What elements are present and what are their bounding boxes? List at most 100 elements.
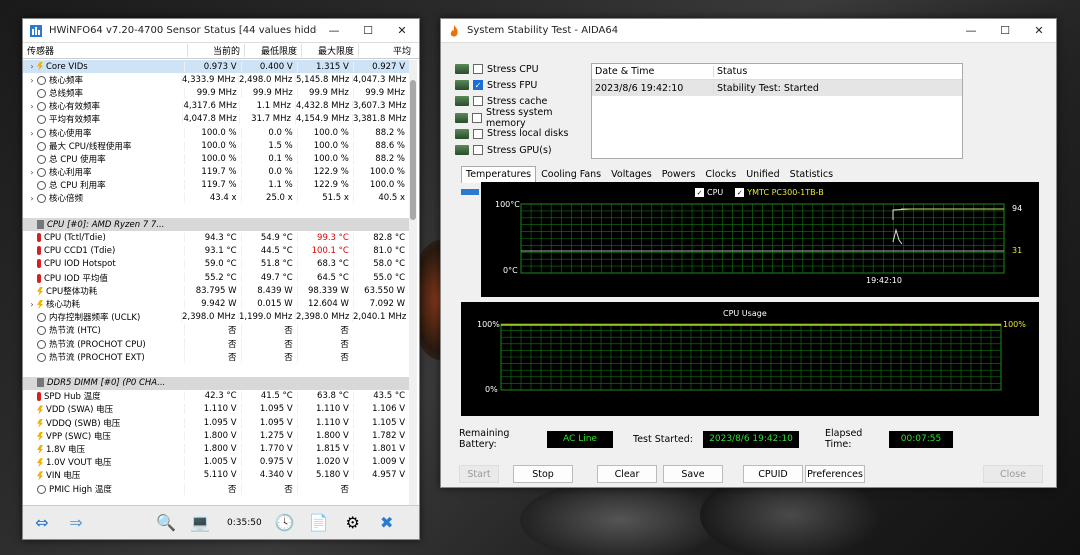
log-column-datetime[interactable]: Date & Time — [592, 66, 714, 77]
sensor-row[interactable]: 1.8V 电压 1.800 V 1.770 V 1.815 V 1.801 V — [23, 442, 409, 455]
column-header-minimum[interactable]: 最低限度 — [244, 44, 301, 57]
stress-checkbox[interactable] — [473, 64, 483, 75]
sensor-label: VPP (SWC) 电压 — [46, 431, 111, 442]
stress-checkbox[interactable] — [473, 96, 483, 107]
sensor-row[interactable]: 总线频率 99.9 MHz 99.9 MHz 99.9 MHz 99.9 MHz — [23, 86, 409, 99]
sensor-row[interactable]: 内存控制器频率 (UCLK) 2,398.0 MHz 1,199.0 MHz 2,39… — [23, 311, 409, 324]
clock-icon[interactable]: 🕓 — [270, 510, 300, 536]
log-row[interactable]: 2023/8/6 19:42:10 Stability Test: Starte… — [592, 80, 962, 96]
tab-unified[interactable]: Unified — [741, 166, 784, 183]
sensor-row[interactable]: 平均有效频率 4,047.8 MHz 31.7 MHz 4,154.9 MHz 3,38… — [23, 113, 409, 126]
tab-clocks[interactable]: Clocks — [700, 166, 741, 183]
maximize-button[interactable]: ☐ — [351, 19, 385, 43]
scrollbar-thumb[interactable] — [410, 80, 416, 220]
stop-button[interactable]: Stop — [513, 465, 573, 483]
aida64-titlebar[interactable]: System Stability Test - AIDA64 — ☐ ✕ — [441, 19, 1056, 43]
sensor-row[interactable]: 热节流 (PROCHOT CPU) 否否否 — [23, 337, 409, 350]
sensor-name-cell: › Core VIDs — [23, 61, 184, 72]
expand-arrow-icon[interactable]: › — [27, 194, 37, 203]
column-header-maximum[interactable]: 最大限度 — [301, 44, 358, 57]
sensor-row[interactable]: › 核心频率 4,333.9 MHz 2,498.0 MHz 5,145.8 MHz 4,… — [23, 73, 409, 86]
stress-checkbox[interactable]: ✓ — [473, 80, 483, 91]
tab-statistics[interactable]: Statistics — [785, 166, 838, 183]
sensor-group-row[interactable]: CPU [#0]: AMD Ryzen 7 7... — [23, 218, 409, 232]
column-header-sensor[interactable]: 传感器 — [23, 44, 187, 57]
sensor-row[interactable]: VDDQ (SWB) 电压 1.095 V 1.095 V 1.110 V 1.105 … — [23, 416, 409, 429]
hwinfo-titlebar[interactable]: HWiNFO64 v7.20-4700 Sensor Status [44 va… — [23, 19, 419, 43]
sensor-row[interactable]: › 核心使用率 100.0 % 0.0 % 100.0 % 88.2 % — [23, 126, 409, 139]
sensor-row[interactable]: 最大 CPU/线程使用率 100.0 % 1.5 % 100.0 % 88.6 % — [23, 139, 409, 152]
sensor-value-cell: 44.5 °C — [240, 246, 297, 257]
stress-option[interactable]: Stress CPU — [455, 61, 590, 77]
move-left-right-icon[interactable]: ⇔ — [27, 510, 57, 536]
sensor-row[interactable]: VPP (SWC) 电压 1.800 V 1.275 V 1.800 V 1.782 V — [23, 429, 409, 442]
expand-arrow-icon[interactable]: › — [27, 129, 37, 138]
sensor-scrollbar[interactable] — [409, 60, 417, 513]
network-sensor-icon[interactable]: 🔍 — [151, 510, 181, 536]
maximize-button[interactable]: ☐ — [988, 19, 1022, 43]
tab-temperatures[interactable]: Temperatures — [461, 166, 537, 183]
stress-checkbox[interactable] — [473, 128, 483, 139]
sensor-row[interactable]: › Core VIDs 0.973 V 0.400 V 1.315 V 0.927 V — [23, 60, 409, 74]
minimize-button[interactable]: — — [954, 19, 988, 43]
minimize-button[interactable]: — — [317, 19, 351, 43]
bolt-icon — [37, 286, 43, 296]
tab-voltages[interactable]: Voltages — [606, 166, 657, 183]
close-x-icon[interactable]: ✖ — [372, 510, 402, 536]
sensor-row[interactable]: 总 CPU 利用率 119.7 % 1.1 % 122.9 % 100.0 % — [23, 179, 409, 192]
report-icon[interactable]: 📄 — [304, 510, 334, 536]
sensor-row[interactable]: › 核心倍频 43.4 x 25.0 x 51.5 x 40.5 x — [23, 192, 409, 205]
preferences-button[interactable]: Preferences — [805, 465, 865, 483]
sensor-row[interactable]: CPU IOD Hotspot 59.0 °C 51.8 °C 68.3 °C 58.0… — [23, 258, 409, 271]
stress-option[interactable]: Stress system memory — [455, 107, 590, 129]
sensor-row[interactable]: 热节流 (PROCHOT EXT) 否否否 — [23, 350, 409, 363]
sensor-row[interactable]: CPU CCD1 (Tdie) 93.1 °C 44.5 °C 100.1 °C 81.… — [23, 245, 409, 258]
sensor-row[interactable]: › 核心利用率 119.7 % 0.0 % 122.9 % 100.0 % — [23, 166, 409, 179]
tab-powers[interactable]: Powers — [657, 166, 701, 183]
sensor-value-cell: 1.095 V — [184, 417, 240, 428]
expand-arrow-icon[interactable]: › — [27, 102, 37, 111]
sensor-row[interactable]: VDD (SWA) 电压 1.110 V 1.095 V 1.110 V 1.106 V — [23, 403, 409, 416]
expand-arrow-icon[interactable]: › — [27, 168, 37, 177]
sensor-row[interactable]: 总 CPU 使用率 100.0 % 0.1 % 100.0 % 88.2 % — [23, 152, 409, 165]
expand-arrow-icon[interactable]: › — [27, 300, 37, 309]
clock-icon — [37, 75, 46, 85]
logging-icon[interactable]: 💻 — [185, 510, 215, 536]
clear-button[interactable]: Clear — [597, 465, 657, 483]
move-right-icon[interactable]: ⇒ — [61, 510, 91, 536]
sensor-value-cell: 1.770 V — [240, 444, 297, 455]
sensor-row[interactable]: SPD Hub 温度 42.3 °C 41.5 °C 63.8 °C 43.5 °C — [23, 390, 409, 403]
legend-cpu-checkbox[interactable]: ✓ — [695, 188, 704, 197]
expand-arrow-icon[interactable]: › — [27, 62, 37, 71]
sensor-row[interactable]: 热节流 (HTC) 否否否 — [23, 324, 409, 337]
start-button[interactable]: Start — [459, 465, 499, 483]
cpuid-button[interactable]: CPUID — [743, 465, 803, 483]
close-button[interactable]: ✕ — [1022, 19, 1056, 43]
stress-option[interactable]: ✓ Stress FPU — [455, 77, 590, 93]
sensor-row[interactable]: PMIC High 温度否否否 — [23, 482, 409, 495]
legend-disk-checkbox[interactable]: ✓ — [735, 188, 745, 197]
bolt-icon — [37, 471, 43, 481]
close-button[interactable]: ✕ — [385, 19, 419, 43]
sensor-label: CPU [#0]: AMD Ryzen 7 7... — [47, 219, 165, 230]
expand-arrow-icon[interactable]: › — [27, 76, 37, 85]
stress-option[interactable]: Stress GPU(s) — [455, 142, 590, 158]
tab-cooling-fans[interactable]: Cooling Fans — [536, 166, 606, 183]
sensor-group-row[interactable]: DDR5 DIMM [#0] (P0 CHA... — [23, 376, 409, 390]
close-window-button[interactable]: Close — [983, 465, 1043, 483]
sensor-row[interactable]: › 核心有效频率 4,317.6 MHz 1.1 MHz 4,432.8 MHz 3,60… — [23, 100, 409, 113]
sensor-row[interactable]: CPU整体功耗 83.795 W 8.439 W 98.339 W 63.550 W — [23, 284, 409, 297]
stress-checkbox[interactable] — [472, 112, 482, 123]
settings-gear-icon[interactable]: ⚙ — [338, 510, 368, 536]
sensor-row[interactable]: 1.0V VOUT 电压 1.005 V 0.975 V 1.020 V 1.009 V — [23, 456, 409, 469]
column-header-average[interactable]: 平均 — [358, 44, 415, 57]
sensor-row[interactable]: CPU (Tctl/Tdie) 94.3 °C 54.9 °C 99.3 °C 82.8… — [23, 231, 409, 244]
sensor-row[interactable]: › 核心功耗 9.942 W 0.015 W 12.604 W 7.092 W — [23, 297, 409, 310]
sensor-row[interactable]: CPU IOD 平均值 55.2 °C 49.7 °C 64.5 °C 55.0 °C — [23, 271, 409, 284]
save-button[interactable]: Save — [663, 465, 723, 483]
sensor-row[interactable]: VIN 电压 5.110 V 4.340 V 5.180 V 4.957 V — [23, 469, 409, 482]
log-column-status[interactable]: Status — [714, 66, 962, 77]
stress-checkbox[interactable] — [473, 145, 483, 156]
sensor-value-cell: 0.0 % — [240, 127, 297, 138]
column-header-current[interactable]: 当前的 — [187, 44, 244, 57]
